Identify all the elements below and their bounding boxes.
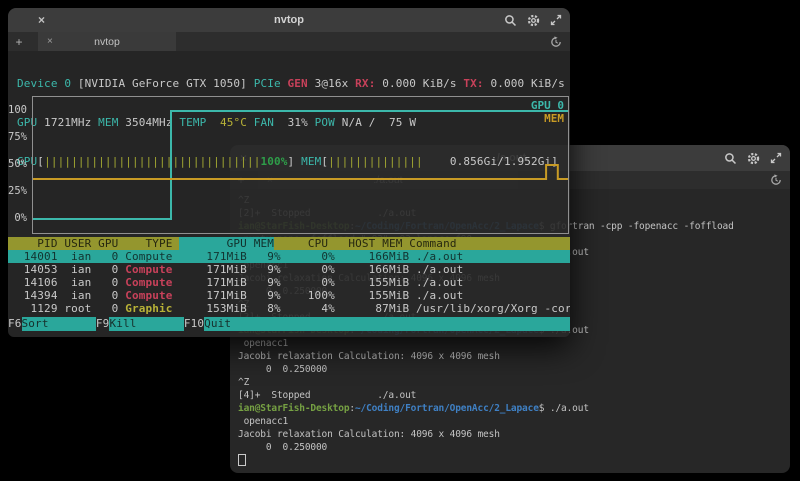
terminal-line: 0 0.250000 bbox=[238, 441, 790, 454]
search-icon[interactable] bbox=[724, 152, 737, 165]
terminal-line bbox=[238, 454, 790, 467]
chart-series-gpu-0 bbox=[33, 111, 568, 219]
utilization-chart: GPU 0MEM bbox=[32, 96, 569, 234]
table-row[interactable]: 14394 ian 0 Compute 171MiB 9% 100% 155Mi… bbox=[8, 289, 570, 302]
fg-tab-label: nvtop bbox=[94, 36, 120, 48]
terminal-cursor bbox=[238, 454, 246, 466]
y-tick-label: 25% bbox=[8, 185, 27, 197]
legend-gpu-0: GPU 0 bbox=[531, 99, 564, 112]
close-window-icon[interactable]: × bbox=[38, 8, 45, 32]
terminal-line: Jacobi relaxation Calculation: 4096 x 40… bbox=[238, 350, 790, 363]
terminal-line: Jacobi relaxation Calculation: 4096 x 40… bbox=[238, 428, 790, 441]
y-tick-label: 0% bbox=[14, 212, 27, 224]
terminal-line: 0 0.250000 bbox=[238, 363, 790, 376]
legend-mem: MEM bbox=[544, 112, 564, 125]
y-tick-label: 50% bbox=[8, 158, 27, 170]
gear-icon[interactable] bbox=[747, 152, 760, 165]
search-icon[interactable] bbox=[504, 14, 517, 27]
fullscreen-icon[interactable] bbox=[770, 152, 782, 164]
process-table: PID USER GPU TYPE GPU MEM CPU HOST MEM C… bbox=[8, 237, 570, 315]
nvtop-terminal-window[interactable]: × nvtop + × nvtop Device 0 [NVIDIA GeFor… bbox=[8, 8, 570, 337]
terminal-line: openacc1 bbox=[238, 337, 790, 350]
terminal-line: openacc1 bbox=[238, 415, 790, 428]
fkey-label: F10 bbox=[184, 317, 204, 331]
fkey-action-kill[interactable]: Kill bbox=[109, 317, 183, 331]
fullscreen-icon[interactable] bbox=[550, 14, 562, 26]
fg-tabbar: + × nvtop bbox=[8, 32, 570, 51]
y-tick-label: 75% bbox=[8, 131, 27, 143]
terminal-line: ian@StarFish-Desktop:~/Coding/Fortran/Op… bbox=[238, 402, 790, 415]
terminal-line: ^Z bbox=[238, 376, 790, 389]
y-tick-label: 100 bbox=[8, 104, 27, 116]
fkey-action-sort[interactable]: Sort bbox=[22, 317, 96, 331]
table-row[interactable]: 14053 ian 0 Compute 171MiB 9% 0% 166MiB … bbox=[8, 263, 570, 276]
fg-window-title: nvtop bbox=[68, 8, 510, 32]
terminal-line: [4]+ Stopped ./a.out bbox=[238, 389, 790, 402]
device-line: Device 0 [NVIDIA GeForce GTX 1050] PCIe … bbox=[17, 77, 570, 90]
fkey-bar: F6Sort F9Kill F10Quit bbox=[8, 317, 570, 331]
close-tab-icon[interactable]: × bbox=[47, 36, 53, 47]
gear-icon[interactable] bbox=[527, 14, 540, 27]
nvtop-tab[interactable]: × nvtop bbox=[38, 32, 176, 51]
history-icon[interactable] bbox=[770, 174, 782, 186]
fkey-label: F6 bbox=[8, 317, 22, 331]
new-tab-button[interactable]: + bbox=[8, 35, 30, 49]
table-row[interactable]: 14106 ian 0 Compute 171MiB 9% 0% 155MiB … bbox=[8, 276, 570, 289]
chart-series-mem bbox=[33, 165, 568, 179]
table-row[interactable]: 1129 root 0 Graphic 153MiB 8% 4% 87MiB /… bbox=[8, 302, 570, 315]
history-icon[interactable] bbox=[550, 36, 562, 48]
table-row[interactable]: 14001 ian 0 Compute 171MiB 9% 0% 166MiB … bbox=[8, 250, 570, 263]
fkey-label: F9 bbox=[96, 317, 110, 331]
fkey-action-quit[interactable]: Quit bbox=[204, 317, 570, 331]
table-header: PID USER GPU TYPE GPU MEM CPU HOST MEM C… bbox=[8, 237, 570, 250]
chart-y-axis: 100 75% 50% 25% 0% bbox=[8, 96, 29, 232]
fg-titlebar[interactable]: × nvtop bbox=[8, 8, 570, 32]
